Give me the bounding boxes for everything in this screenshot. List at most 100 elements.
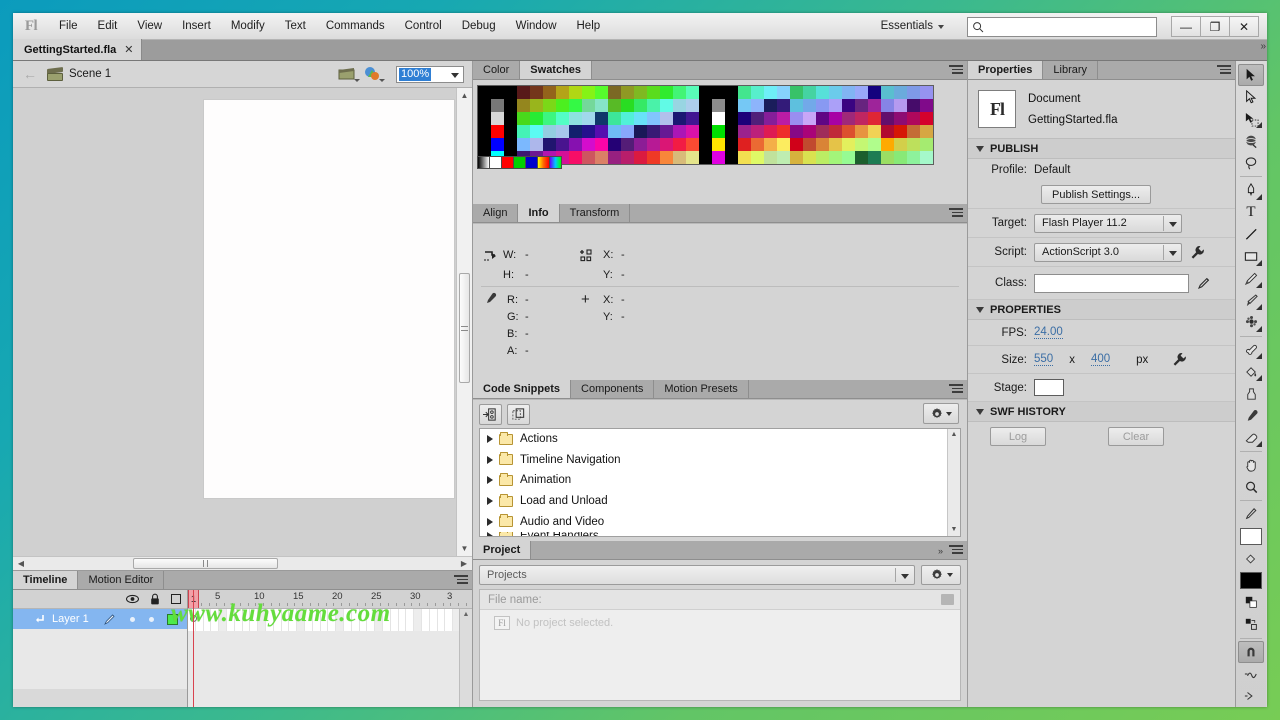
frame-cell[interactable]: [390, 609, 399, 631]
restore-button[interactable]: ❐: [1200, 16, 1230, 37]
color-swatch[interactable]: [569, 112, 582, 125]
wrench-icon[interactable]: [1172, 352, 1187, 367]
color-swatch[interactable]: [868, 112, 881, 125]
color-swatch[interactable]: [751, 138, 764, 151]
color-swatch[interactable]: [881, 112, 894, 125]
color-swatch[interactable]: [816, 112, 829, 125]
brush-tool[interactable]: [1238, 290, 1264, 312]
search-box[interactable]: [967, 17, 1157, 37]
color-swatch[interactable]: [686, 151, 699, 164]
color-swatch[interactable]: [699, 86, 712, 99]
color-swatch[interactable]: [569, 138, 582, 151]
gradient-swatch[interactable]: [549, 156, 562, 169]
color-swatch[interactable]: [829, 112, 842, 125]
color-swatch[interactable]: [582, 125, 595, 138]
tab-motion-editor[interactable]: Motion Editor: [78, 571, 165, 589]
tab-timeline[interactable]: Timeline: [13, 571, 79, 589]
color-swatch[interactable]: [621, 151, 634, 164]
workspace-switcher[interactable]: Essentials: [873, 17, 949, 36]
color-swatch[interactable]: [634, 151, 647, 164]
menu-debug[interactable]: Debug: [452, 13, 506, 40]
color-swatch[interactable]: [790, 99, 803, 112]
layer-lock-dot[interactable]: [148, 616, 154, 622]
tab-code-snippets[interactable]: Code Snippets: [473, 380, 572, 398]
color-swatch[interactable]: [660, 112, 673, 125]
color-swatch[interactable]: [842, 112, 855, 125]
zoom-tool[interactable]: [1238, 476, 1264, 498]
color-swatch[interactable]: [673, 99, 686, 112]
color-swatch[interactable]: [855, 125, 868, 138]
color-swatch[interactable]: [829, 125, 842, 138]
menu-commands[interactable]: Commands: [316, 13, 395, 40]
color-swatch[interactable]: [842, 125, 855, 138]
tab-color[interactable]: Color: [473, 61, 521, 79]
color-swatch[interactable]: [699, 151, 712, 164]
color-swatch[interactable]: [595, 125, 608, 138]
wrench-icon[interactable]: [1190, 245, 1205, 260]
color-swatch[interactable]: [829, 86, 842, 99]
publish-settings-button[interactable]: Publish Settings...: [1041, 185, 1152, 204]
color-swatch[interactable]: [621, 112, 634, 125]
color-swatch[interactable]: [699, 99, 712, 112]
expand-triangle-icon[interactable]: [487, 532, 493, 536]
text-tool[interactable]: T: [1238, 202, 1264, 224]
color-swatch[interactable]: [920, 86, 933, 99]
color-swatch[interactable]: [712, 151, 725, 164]
color-swatch[interactable]: [699, 112, 712, 125]
add-to-current-frame-button[interactable]: [479, 403, 502, 425]
tab-align[interactable]: Align: [473, 204, 519, 222]
color-swatch[interactable]: [556, 99, 569, 112]
color-swatch[interactable]: [868, 138, 881, 151]
stage-canvas[interactable]: [203, 99, 455, 499]
color-swatch[interactable]: [725, 112, 738, 125]
color-swatch[interactable]: [712, 86, 725, 99]
line-tool[interactable]: [1238, 224, 1264, 246]
color-swatch[interactable]: [673, 86, 686, 99]
color-swatch[interactable]: [647, 138, 660, 151]
color-swatch[interactable]: [595, 151, 608, 164]
color-swatch[interactable]: [842, 138, 855, 151]
color-swatch[interactable]: [556, 125, 569, 138]
tab-info[interactable]: Info: [518, 204, 560, 222]
color-swatch[interactable]: [543, 112, 556, 125]
pencil-tool[interactable]: [1238, 268, 1264, 290]
color-swatch[interactable]: [803, 112, 816, 125]
color-swatch[interactable]: [751, 125, 764, 138]
section-properties[interactable]: PROPERTIES: [968, 300, 1235, 320]
color-swatch[interactable]: [517, 86, 530, 99]
color-swatch[interactable]: [777, 112, 790, 125]
expand-triangle-icon[interactable]: [487, 476, 493, 485]
color-swatch[interactable]: [894, 112, 907, 125]
color-swatch[interactable]: [647, 86, 660, 99]
panel-menu-icon[interactable]: [454, 575, 468, 585]
color-swatch[interactable]: [595, 112, 608, 125]
color-swatch[interactable]: [660, 86, 673, 99]
color-swatch[interactable]: [504, 99, 517, 112]
color-swatch[interactable]: [491, 99, 504, 112]
color-swatch[interactable]: [777, 138, 790, 151]
selection-tool[interactable]: [1238, 64, 1264, 87]
registration-grid-icon[interactable]: [579, 249, 594, 262]
target-select[interactable]: Flash Player 11.2: [1034, 213, 1182, 233]
color-swatch[interactable]: [920, 99, 933, 112]
color-swatch[interactable]: [725, 86, 738, 99]
folder-icon[interactable]: [941, 594, 954, 605]
color-swatch[interactable]: [686, 86, 699, 99]
color-swatch[interactable]: [660, 125, 673, 138]
size-width-value[interactable]: 550: [1034, 353, 1054, 366]
color-swatch[interactable]: [543, 86, 556, 99]
color-swatch[interactable]: [816, 138, 829, 151]
color-swatch[interactable]: [660, 151, 673, 164]
color-swatch[interactable]: [803, 125, 816, 138]
snippet-folder-audio-and-video[interactable]: Audio and Video: [480, 511, 960, 532]
scroll-up-icon[interactable]: ▲: [457, 88, 472, 103]
color-swatch[interactable]: [920, 138, 933, 151]
color-swatch[interactable]: [738, 125, 751, 138]
frame-cell[interactable]: [406, 609, 415, 631]
color-swatch[interactable]: [855, 112, 868, 125]
vertical-scroll-thumb[interactable]: [459, 273, 470, 383]
document-tab-gettingstarted[interactable]: GettingStarted.fla ✕: [13, 39, 142, 60]
color-swatch[interactable]: [738, 138, 751, 151]
color-swatch[interactable]: [660, 99, 673, 112]
color-swatch[interactable]: [894, 99, 907, 112]
